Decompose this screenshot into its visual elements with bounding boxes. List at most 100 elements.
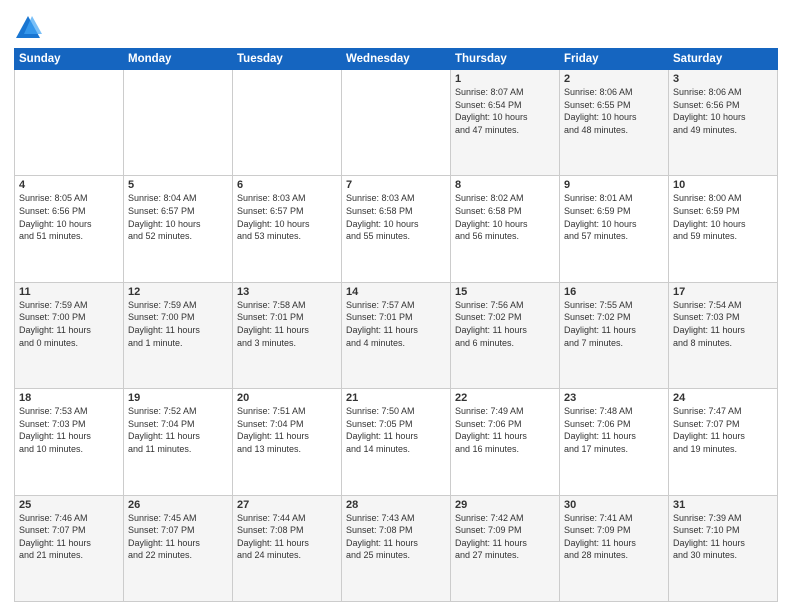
calendar-cell: 19Sunrise: 7:52 AM Sunset: 7:04 PM Dayli… — [124, 389, 233, 495]
week-row-4: 25Sunrise: 7:46 AM Sunset: 7:07 PM Dayli… — [15, 495, 778, 601]
day-info: Sunrise: 7:53 AM Sunset: 7:03 PM Dayligh… — [19, 405, 119, 455]
day-number: 27 — [237, 499, 337, 511]
col-header-sunday: Sunday — [15, 49, 124, 70]
calendar-cell: 9Sunrise: 8:01 AM Sunset: 6:59 PM Daylig… — [560, 176, 669, 282]
day-number: 13 — [237, 286, 337, 298]
day-info: Sunrise: 7:39 AM Sunset: 7:10 PM Dayligh… — [673, 512, 773, 562]
day-number: 2 — [564, 73, 664, 85]
calendar-cell: 30Sunrise: 7:41 AM Sunset: 7:09 PM Dayli… — [560, 495, 669, 601]
day-number: 9 — [564, 179, 664, 191]
day-info: Sunrise: 8:00 AM Sunset: 6:59 PM Dayligh… — [673, 192, 773, 242]
day-info: Sunrise: 7:54 AM Sunset: 7:03 PM Dayligh… — [673, 299, 773, 349]
calendar-cell — [124, 70, 233, 176]
logo — [14, 14, 44, 42]
calendar-body: 1Sunrise: 8:07 AM Sunset: 6:54 PM Daylig… — [15, 70, 778, 602]
calendar-cell — [342, 70, 451, 176]
header-row: SundayMondayTuesdayWednesdayThursdayFrid… — [15, 49, 778, 70]
day-info: Sunrise: 8:06 AM Sunset: 6:56 PM Dayligh… — [673, 86, 773, 136]
day-info: Sunrise: 7:55 AM Sunset: 7:02 PM Dayligh… — [564, 299, 664, 349]
day-info: Sunrise: 7:56 AM Sunset: 7:02 PM Dayligh… — [455, 299, 555, 349]
col-header-monday: Monday — [124, 49, 233, 70]
day-number: 19 — [128, 392, 228, 404]
day-info: Sunrise: 7:41 AM Sunset: 7:09 PM Dayligh… — [564, 512, 664, 562]
calendar-cell: 8Sunrise: 8:02 AM Sunset: 6:58 PM Daylig… — [451, 176, 560, 282]
calendar-cell: 7Sunrise: 8:03 AM Sunset: 6:58 PM Daylig… — [342, 176, 451, 282]
day-info: Sunrise: 8:04 AM Sunset: 6:57 PM Dayligh… — [128, 192, 228, 242]
day-info: Sunrise: 7:47 AM Sunset: 7:07 PM Dayligh… — [673, 405, 773, 455]
col-header-friday: Friday — [560, 49, 669, 70]
day-info: Sunrise: 7:58 AM Sunset: 7:01 PM Dayligh… — [237, 299, 337, 349]
calendar-cell: 24Sunrise: 7:47 AM Sunset: 7:07 PM Dayli… — [669, 389, 778, 495]
day-info: Sunrise: 7:43 AM Sunset: 7:08 PM Dayligh… — [346, 512, 446, 562]
calendar-cell: 13Sunrise: 7:58 AM Sunset: 7:01 PM Dayli… — [233, 282, 342, 388]
calendar-cell: 16Sunrise: 7:55 AM Sunset: 7:02 PM Dayli… — [560, 282, 669, 388]
day-number: 20 — [237, 392, 337, 404]
day-number: 3 — [673, 73, 773, 85]
day-number: 28 — [346, 499, 446, 511]
calendar-cell: 25Sunrise: 7:46 AM Sunset: 7:07 PM Dayli… — [15, 495, 124, 601]
day-number: 30 — [564, 499, 664, 511]
day-info: Sunrise: 7:50 AM Sunset: 7:05 PM Dayligh… — [346, 405, 446, 455]
calendar-cell: 21Sunrise: 7:50 AM Sunset: 7:05 PM Dayli… — [342, 389, 451, 495]
week-row-3: 18Sunrise: 7:53 AM Sunset: 7:03 PM Dayli… — [15, 389, 778, 495]
day-number: 22 — [455, 392, 555, 404]
day-number: 6 — [237, 179, 337, 191]
calendar-cell: 17Sunrise: 7:54 AM Sunset: 7:03 PM Dayli… — [669, 282, 778, 388]
calendar-cell: 29Sunrise: 7:42 AM Sunset: 7:09 PM Dayli… — [451, 495, 560, 601]
day-info: Sunrise: 7:52 AM Sunset: 7:04 PM Dayligh… — [128, 405, 228, 455]
day-info: Sunrise: 8:07 AM Sunset: 6:54 PM Dayligh… — [455, 86, 555, 136]
day-info: Sunrise: 8:02 AM Sunset: 6:58 PM Dayligh… — [455, 192, 555, 242]
calendar-cell: 6Sunrise: 8:03 AM Sunset: 6:57 PM Daylig… — [233, 176, 342, 282]
calendar-cell: 5Sunrise: 8:04 AM Sunset: 6:57 PM Daylig… — [124, 176, 233, 282]
calendar-cell: 28Sunrise: 7:43 AM Sunset: 7:08 PM Dayli… — [342, 495, 451, 601]
day-number: 24 — [673, 392, 773, 404]
calendar-cell: 12Sunrise: 7:59 AM Sunset: 7:00 PM Dayli… — [124, 282, 233, 388]
day-number: 7 — [346, 179, 446, 191]
col-header-thursday: Thursday — [451, 49, 560, 70]
day-number: 26 — [128, 499, 228, 511]
calendar-cell — [15, 70, 124, 176]
day-info: Sunrise: 8:06 AM Sunset: 6:55 PM Dayligh… — [564, 86, 664, 136]
calendar-cell: 14Sunrise: 7:57 AM Sunset: 7:01 PM Dayli… — [342, 282, 451, 388]
day-number: 31 — [673, 499, 773, 511]
calendar-cell: 20Sunrise: 7:51 AM Sunset: 7:04 PM Dayli… — [233, 389, 342, 495]
day-number: 4 — [19, 179, 119, 191]
calendar-cell: 1Sunrise: 8:07 AM Sunset: 6:54 PM Daylig… — [451, 70, 560, 176]
calendar-cell: 27Sunrise: 7:44 AM Sunset: 7:08 PM Dayli… — [233, 495, 342, 601]
day-number: 5 — [128, 179, 228, 191]
calendar-table: SundayMondayTuesdayWednesdayThursdayFrid… — [14, 48, 778, 602]
day-info: Sunrise: 7:46 AM Sunset: 7:07 PM Dayligh… — [19, 512, 119, 562]
day-info: Sunrise: 7:57 AM Sunset: 7:01 PM Dayligh… — [346, 299, 446, 349]
page: SundayMondayTuesdayWednesdayThursdayFrid… — [0, 0, 792, 612]
day-number: 17 — [673, 286, 773, 298]
calendar-cell: 26Sunrise: 7:45 AM Sunset: 7:07 PM Dayli… — [124, 495, 233, 601]
col-header-wednesday: Wednesday — [342, 49, 451, 70]
day-number: 23 — [564, 392, 664, 404]
day-number: 14 — [346, 286, 446, 298]
calendar-cell — [233, 70, 342, 176]
calendar-cell: 22Sunrise: 7:49 AM Sunset: 7:06 PM Dayli… — [451, 389, 560, 495]
day-info: Sunrise: 7:42 AM Sunset: 7:09 PM Dayligh… — [455, 512, 555, 562]
header — [14, 10, 778, 42]
day-info: Sunrise: 8:05 AM Sunset: 6:56 PM Dayligh… — [19, 192, 119, 242]
day-number: 10 — [673, 179, 773, 191]
day-number: 15 — [455, 286, 555, 298]
day-info: Sunrise: 8:01 AM Sunset: 6:59 PM Dayligh… — [564, 192, 664, 242]
day-number: 29 — [455, 499, 555, 511]
day-info: Sunrise: 8:03 AM Sunset: 6:58 PM Dayligh… — [346, 192, 446, 242]
day-info: Sunrise: 7:44 AM Sunset: 7:08 PM Dayligh… — [237, 512, 337, 562]
day-info: Sunrise: 8:03 AM Sunset: 6:57 PM Dayligh… — [237, 192, 337, 242]
col-header-tuesday: Tuesday — [233, 49, 342, 70]
day-number: 21 — [346, 392, 446, 404]
day-number: 11 — [19, 286, 119, 298]
day-number: 1 — [455, 73, 555, 85]
day-info: Sunrise: 7:59 AM Sunset: 7:00 PM Dayligh… — [128, 299, 228, 349]
day-info: Sunrise: 7:51 AM Sunset: 7:04 PM Dayligh… — [237, 405, 337, 455]
week-row-2: 11 Sunrise: 7:59 AM Sunset: 7:00 PM Dayli… — [15, 282, 778, 388]
day-number: 25 — [19, 499, 119, 511]
calendar-cell: 23Sunrise: 7:48 AM Sunset: 7:06 PM Dayli… — [560, 389, 669, 495]
day-info: Sunrise: 7:45 AM Sunset: 7:07 PM Dayligh… — [128, 512, 228, 562]
day-info: Sunrise: 7:48 AM Sunset: 7:06 PM Dayligh… — [564, 405, 664, 455]
calendar-cell: 4Sunrise: 8:05 AM Sunset: 6:56 PM Daylig… — [15, 176, 124, 282]
week-row-0: 1Sunrise: 8:07 AM Sunset: 6:54 PM Daylig… — [15, 70, 778, 176]
